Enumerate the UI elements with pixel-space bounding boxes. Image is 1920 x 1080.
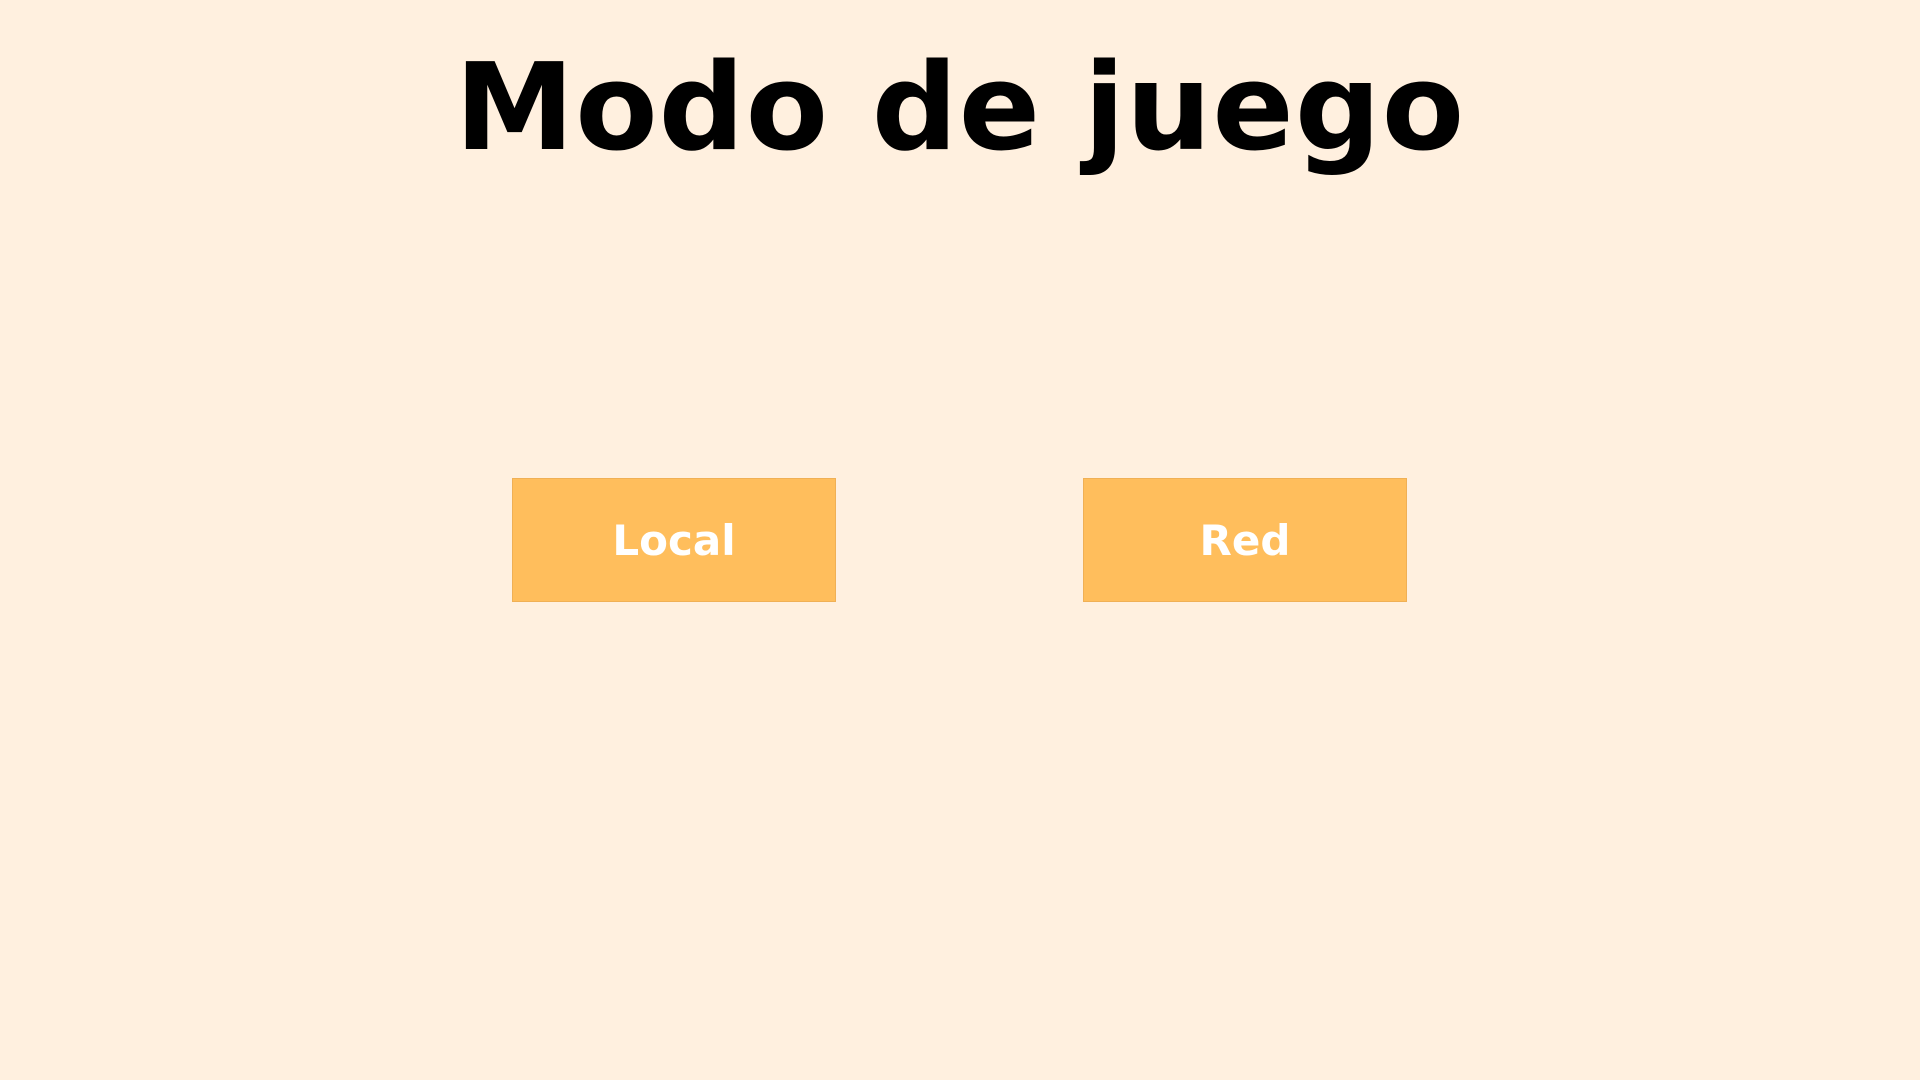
page-title: Modo de juego (454, 39, 1466, 178)
network-mode-button[interactable]: Red (1083, 478, 1407, 602)
local-mode-button[interactable]: Local (512, 478, 836, 602)
